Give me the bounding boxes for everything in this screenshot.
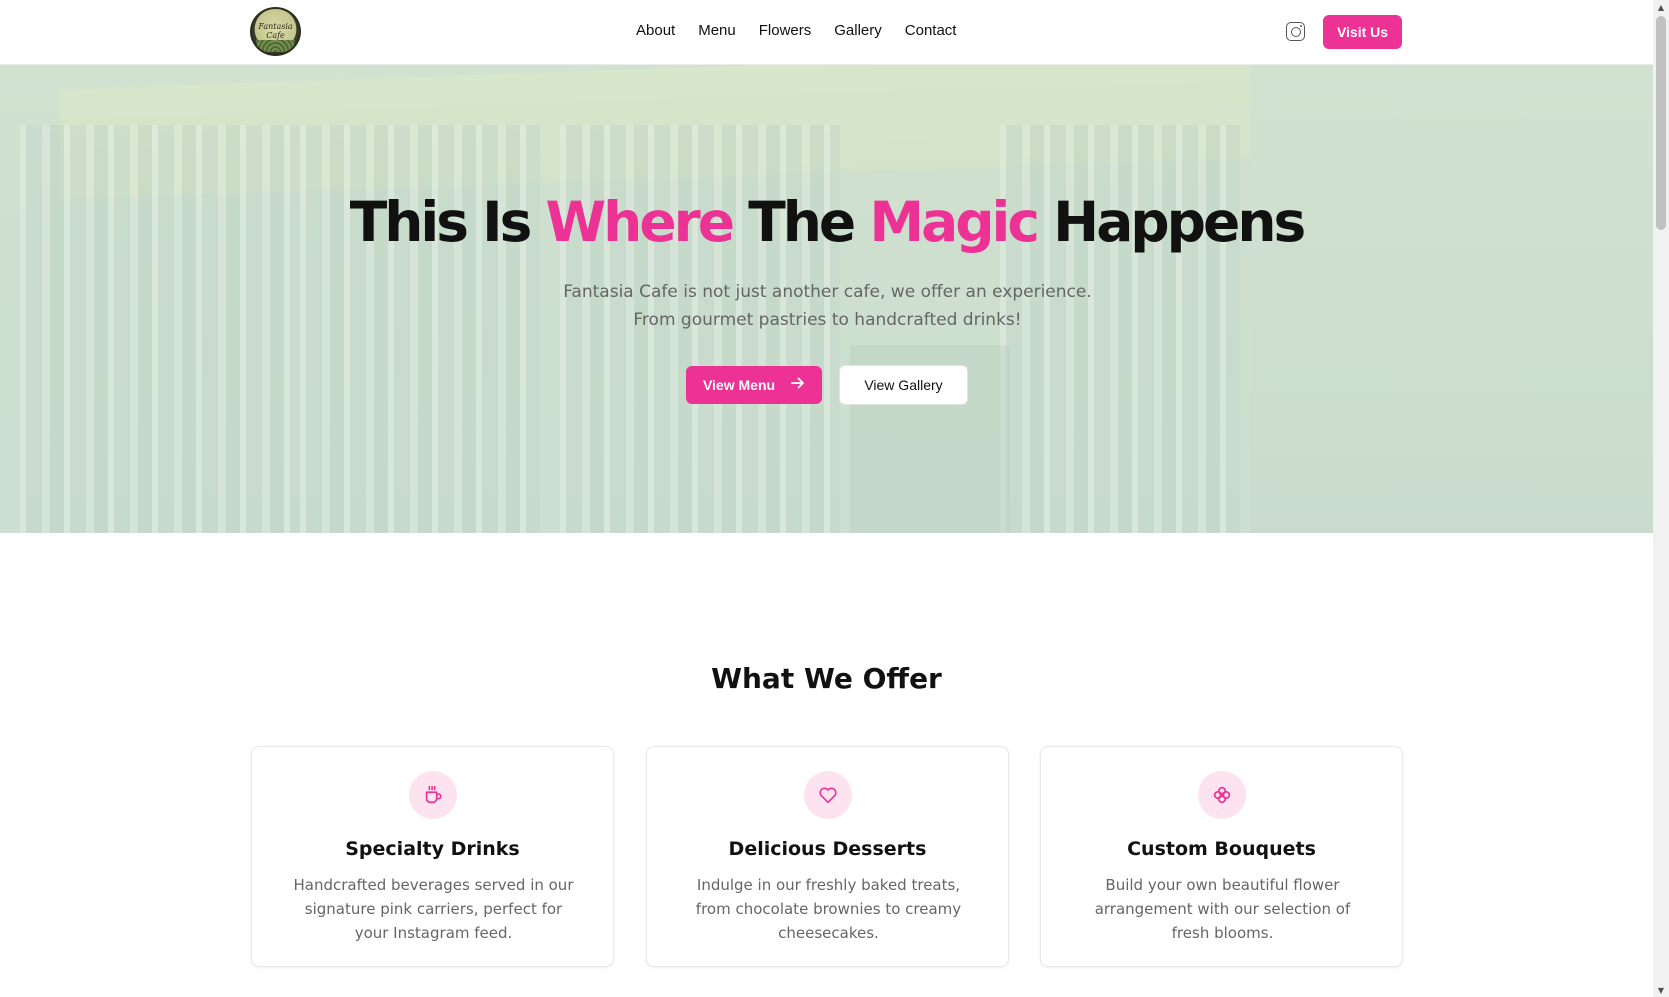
view-gallery-button[interactable]: View Gallery	[839, 365, 968, 405]
view-menu-button[interactable]: View Menu	[686, 366, 822, 404]
site-header: Fantasia Cafe About Menu Flowers Gallery…	[0, 0, 1653, 65]
nav-link-about[interactable]: About	[636, 22, 675, 39]
hero-title-part: The	[732, 190, 870, 254]
arrow-right-icon	[791, 376, 805, 394]
flower-icon	[1198, 771, 1246, 819]
nav-link-gallery[interactable]: Gallery	[834, 22, 882, 39]
nav-link-menu[interactable]: Menu	[698, 22, 736, 39]
hero-title: This Is Where The Magic Happens	[0, 190, 1653, 254]
card-title: Custom Bouquets	[1127, 838, 1316, 860]
hero-title-part: This Is	[349, 190, 546, 254]
hero-subtitle: Fantasia Cafe is not just another cafe, …	[563, 282, 1092, 330]
hero-title-highlight: Where	[545, 190, 736, 254]
instagram-icon[interactable]	[1286, 22, 1305, 41]
card-title: Delicious Desserts	[728, 838, 927, 860]
cafe-logo[interactable]: Fantasia Cafe	[250, 7, 301, 56]
scroll-down-arrow-icon[interactable]: ▼	[1653, 983, 1669, 997]
card-description: Handcrafted beverages served in our sign…	[293, 876, 574, 942]
card-description: Indulge in our freshly baked treats, fro…	[695, 876, 962, 942]
main-nav: About Menu Flowers Gallery Contact	[636, 22, 979, 39]
page-scrollbar[interactable]: ▲ ▼	[1653, 0, 1669, 997]
heart-icon	[804, 771, 852, 819]
coffee-cup-icon	[409, 771, 457, 819]
visit-us-button[interactable]: Visit Us	[1323, 15, 1402, 49]
view-menu-label: View Menu	[702, 377, 776, 393]
nav-link-flowers[interactable]: Flowers	[759, 22, 812, 39]
offer-card-custom-bouquets: Custom Bouquets Build your own beautiful…	[1040, 746, 1403, 967]
scrollbar-thumb[interactable]	[1656, 16, 1666, 230]
logo-flowers-decoration	[256, 40, 295, 52]
logo-text: Fantasia Cafe	[258, 22, 293, 40]
nav-link-contact[interactable]: Contact	[905, 22, 957, 39]
offer-card-delicious-desserts: Delicious Desserts Indulge in our freshl…	[646, 746, 1009, 967]
card-description: Build your own beautiful flower arrangem…	[1094, 876, 1351, 942]
scroll-up-arrow-icon[interactable]: ▲	[1653, 0, 1669, 14]
card-title: Specialty Drinks	[345, 838, 520, 860]
offer-section-title: What We Offer	[711, 662, 942, 695]
hero-title-highlight: Magic	[869, 190, 1040, 254]
hero-title-part: Happens	[1037, 190, 1306, 254]
offer-card-specialty-drinks: Specialty Drinks Handcrafted beverages s…	[251, 746, 614, 967]
